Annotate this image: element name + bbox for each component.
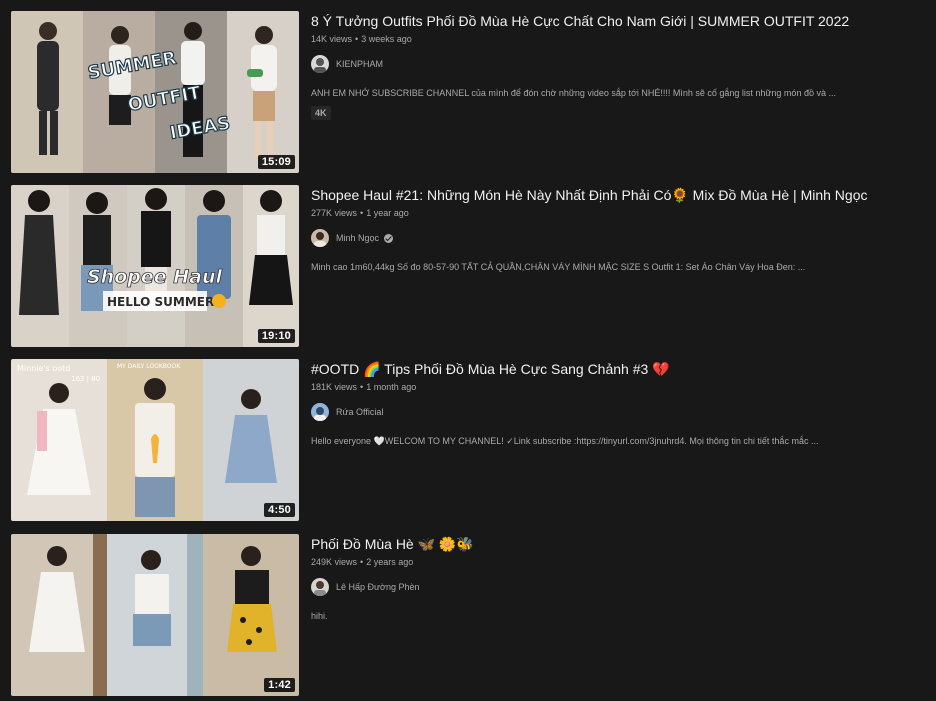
- video-info: Phối Đồ Mùa Hè 🦋 🌼🐝 249K views • 2 years a…: [311, 534, 871, 623]
- upload-age: 2 years ago: [366, 557, 414, 567]
- duration-badge: 19:10: [257, 329, 295, 343]
- video-description: ANH EM NHỚ SUBSCRIBE CHANNEL của mình để…: [311, 88, 836, 98]
- quality-badge: 4K: [311, 106, 331, 120]
- video-meta: 249K views • 2 years ago: [311, 555, 871, 569]
- video-title[interactable]: Phối Đồ Mùa Hè 🦋 🌼🐝: [311, 534, 871, 554]
- video-thumbnail[interactable]: Minnie's ootd 163 | 80 MY DAILY LOOKBOOK…: [11, 359, 299, 521]
- thumb-text-hello-summer: HELLO SUMMER: [107, 295, 214, 309]
- thumbnail-image: SUMMER OUTFIT IDEAS: [11, 11, 299, 173]
- duration-badge: 4:50: [264, 503, 295, 517]
- video-thumbnail[interactable]: Shopee Haul HELLO SUMMER 19:10: [11, 185, 299, 347]
- thumb-text-lookbook: MY DAILY LOOKBOOK: [117, 363, 181, 370]
- channel-row[interactable]: KIENPHAM: [311, 54, 871, 74]
- channel-row[interactable]: Minh Ngọc: [311, 228, 871, 248]
- view-count: 249K views: [311, 557, 358, 567]
- thumbnail-image: [11, 534, 299, 696]
- channel-avatar[interactable]: [311, 403, 329, 421]
- channel-row[interactable]: Lê Hấp Đường Phèn: [311, 577, 871, 597]
- channel-avatar[interactable]: [311, 229, 329, 247]
- thumb-text-shopee-haul: Shopee Haul: [87, 266, 223, 288]
- video-info: 8 Ý Tưởng Outfits Phối Đồ Mùa Hè Cực Chấ…: [311, 11, 871, 121]
- thumbnail-image: Shopee Haul HELLO SUMMER: [11, 185, 299, 347]
- video-title[interactable]: #OOTD 🌈 Tips Phối Đồ Mùa Hè Cực Sang Chả…: [311, 359, 871, 379]
- channel-name[interactable]: KIENPHAM: [336, 59, 383, 69]
- upload-age: 1 month ago: [366, 382, 417, 392]
- video-description: Minh cao 1m60,44kg Số đo 80-57-90 TẤT CẢ…: [311, 262, 806, 272]
- search-results-list: SUMMER OUTFIT IDEAS 15:09 8 Ý Tưởng Outf…: [0, 0, 936, 701]
- channel-name[interactable]: Minh Ngọc: [336, 233, 379, 243]
- upload-age: 3 weeks ago: [361, 34, 412, 44]
- thumb-text-minnie: Minnie's ootd: [17, 364, 70, 373]
- video-description: Hello everyone 🤍WELCOM TO MY CHANNEL! ✓L…: [311, 436, 819, 446]
- verified-check-icon: [384, 233, 394, 243]
- duration-badge: 1:42: [264, 678, 295, 692]
- view-count: 181K views: [311, 382, 358, 392]
- meta-separator: •: [360, 208, 364, 218]
- video-meta: 14K views • 3 weeks ago: [311, 32, 871, 46]
- duration-badge: 15:09: [257, 155, 295, 169]
- video-title[interactable]: Shopee Haul #21: Những Món Hè Này Nhất Đ…: [311, 185, 871, 205]
- video-meta: 277K views • 1 year ago: [311, 206, 871, 220]
- view-count: 14K views: [311, 34, 353, 44]
- video-info: #OOTD 🌈 Tips Phối Đồ Mùa Hè Cực Sang Chả…: [311, 359, 871, 448]
- channel-name[interactable]: Rứa Official: [336, 407, 383, 417]
- thumb-text-size: 163 | 80: [71, 375, 100, 383]
- meta-separator: •: [360, 557, 364, 567]
- video-thumbnail[interactable]: 1:42: [11, 534, 299, 696]
- channel-avatar[interactable]: [311, 55, 329, 73]
- video-title[interactable]: 8 Ý Tưởng Outfits Phối Đồ Mùa Hè Cực Chấ…: [311, 11, 871, 31]
- meta-separator: •: [360, 382, 364, 392]
- video-description: hihi.: [311, 611, 328, 621]
- channel-row[interactable]: Rứa Official: [311, 402, 871, 422]
- video-meta: 181K views • 1 month ago: [311, 380, 871, 394]
- upload-age: 1 year ago: [366, 208, 409, 218]
- thumbnail-image: Minnie's ootd 163 | 80 MY DAILY LOOKBOOK: [11, 359, 299, 521]
- video-thumbnail[interactable]: SUMMER OUTFIT IDEAS 15:09: [11, 11, 299, 173]
- video-info: Shopee Haul #21: Những Món Hè Này Nhất Đ…: [311, 185, 871, 274]
- channel-name[interactable]: Lê Hấp Đường Phèn: [336, 582, 419, 592]
- channel-avatar[interactable]: [311, 578, 329, 596]
- view-count: 277K views: [311, 208, 358, 218]
- meta-separator: •: [355, 34, 359, 44]
